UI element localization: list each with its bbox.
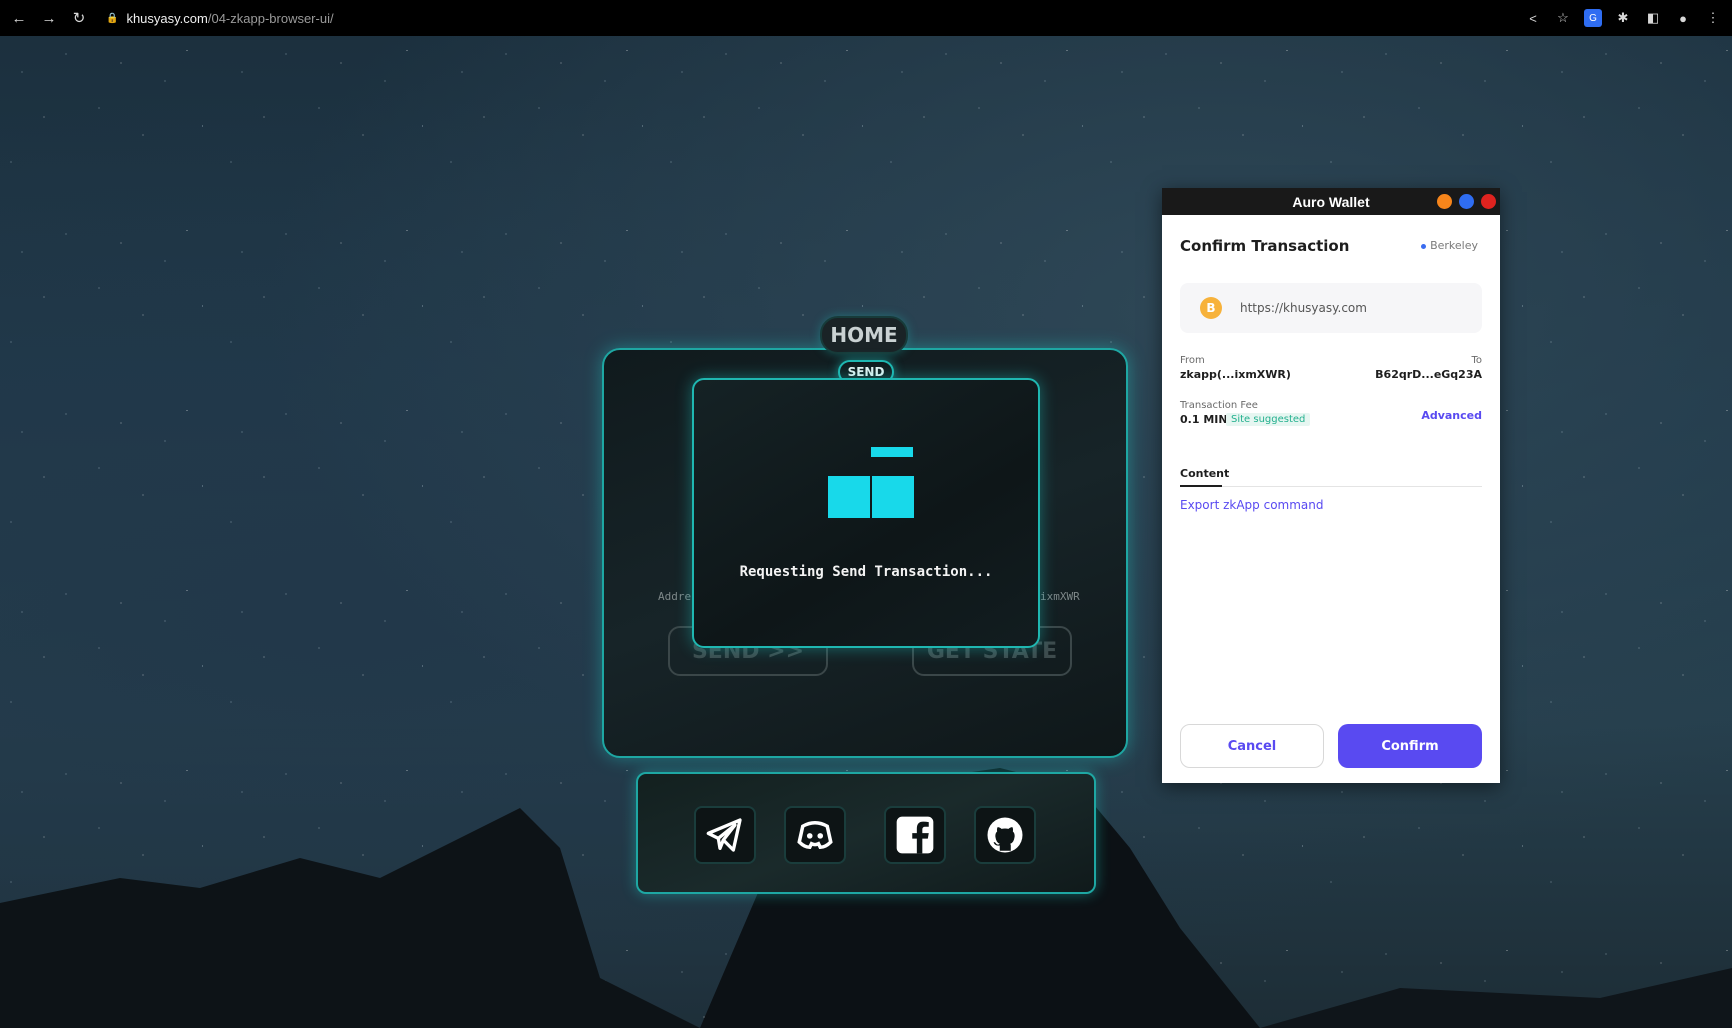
advanced-link[interactable]: Advanced (1421, 409, 1482, 422)
side-panel-icon[interactable]: ◧ (1644, 9, 1662, 27)
extensions-puzzle-icon[interactable]: ✱ (1614, 9, 1632, 27)
tab-underline (1180, 485, 1222, 487)
minimize-icon[interactable] (1437, 194, 1452, 209)
from-label: From (1180, 355, 1205, 366)
menu-kebab-icon[interactable]: ⋮ (1704, 9, 1722, 27)
from-value: zkapp(...ixmXWR) (1180, 368, 1291, 381)
back-icon[interactable]: ← (8, 7, 30, 29)
close-icon[interactable] (1481, 194, 1496, 209)
profile-icon[interactable]: ● (1674, 9, 1692, 27)
loading-message: Requesting Send Transaction... (739, 564, 993, 580)
browser-toolbar: ← → ↻ 🔒 khusyasy.com/04-zkapp-browser-ui… (0, 0, 1732, 36)
url-path: /04-zkapp-browser-ui/ (207, 10, 334, 26)
forward-icon[interactable]: → (38, 7, 60, 29)
wallet-window-title: Auro Wallet (1292, 193, 1370, 210)
maximize-icon[interactable] (1459, 194, 1474, 209)
loader-block-top (871, 447, 913, 457)
tab-divider (1180, 486, 1482, 487)
site-favicon-icon: B (1200, 297, 1222, 319)
wallet-titlebar: Auro Wallet (1162, 188, 1500, 215)
url-host: khusyasy.com (126, 10, 208, 26)
translate-extension-icon[interactable]: G (1584, 9, 1602, 27)
cancel-button[interactable]: Cancel (1180, 724, 1324, 768)
loader-block-left (828, 476, 870, 518)
confirm-button[interactable]: Confirm (1338, 724, 1482, 768)
fee-label: Transaction Fee (1180, 400, 1258, 411)
to-value: B62qrD...eGq23A (1375, 368, 1482, 381)
bookmark-star-icon[interactable]: ☆ (1554, 9, 1572, 27)
github-icon[interactable] (974, 806, 1036, 864)
share-icon[interactable]: < (1524, 9, 1542, 27)
auro-wallet-popup: Auro Wallet Confirm Transaction Berkeley… (1162, 188, 1500, 783)
site-url: https://khusyasy.com (1240, 301, 1367, 315)
site-origin: B https://khusyasy.com (1180, 283, 1482, 333)
telegram-icon[interactable] (694, 806, 756, 864)
network-badge: Berkeley (1421, 239, 1478, 252)
lock-icon: 🔒 (106, 12, 119, 24)
loader-block-right (872, 476, 914, 518)
fee-badge: Site suggested (1226, 413, 1311, 426)
confirm-transaction-title: Confirm Transaction (1180, 237, 1350, 255)
discord-icon[interactable] (784, 806, 846, 864)
facebook-icon[interactable] (884, 806, 946, 864)
to-label: To (1471, 355, 1482, 366)
address-label: Addre (658, 590, 692, 603)
tab-content[interactable]: Content (1180, 467, 1229, 480)
address-value: ixmXWR (1040, 590, 1080, 603)
tab-home[interactable]: HOME (820, 316, 908, 354)
address-bar[interactable]: 🔒 khusyasy.com/04-zkapp-browser-ui/ (106, 11, 334, 26)
reload-icon[interactable]: ↻ (68, 7, 90, 29)
export-zkapp-command-link[interactable]: Export zkApp command (1180, 498, 1324, 512)
